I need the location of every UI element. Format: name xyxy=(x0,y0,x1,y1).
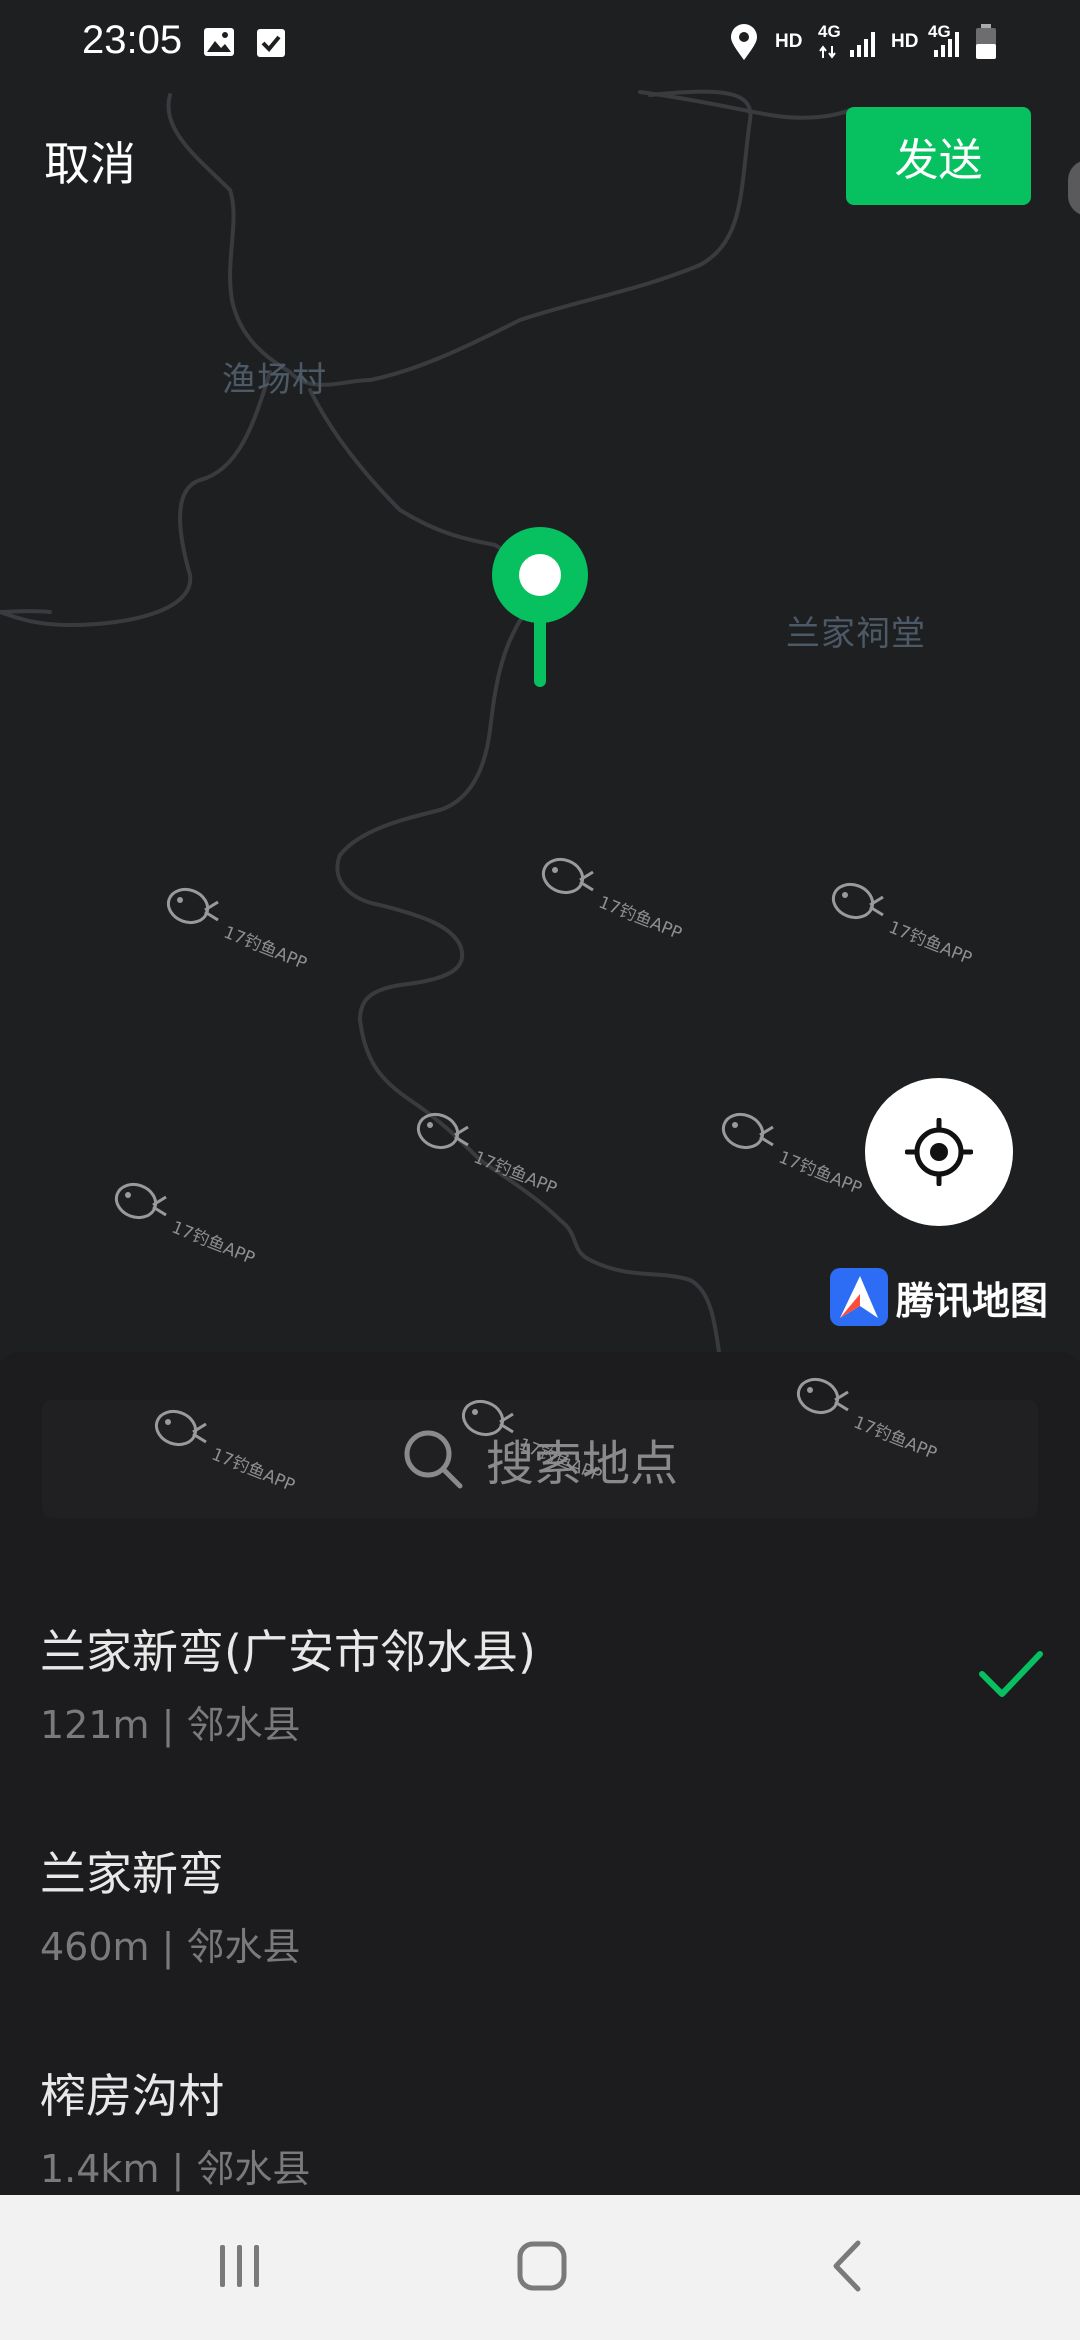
data-arrows-icon xyxy=(819,45,836,59)
result-subtitle: 460m | 邻水县 xyxy=(40,1925,301,1969)
result-title: 兰家新弯 xyxy=(40,1847,224,1901)
road xyxy=(638,90,852,120)
network-label: 4G xyxy=(818,22,841,41)
result-title: 榨房沟村 xyxy=(40,2069,224,2123)
location-sheet: 搜索地点 17钓鱼APP 17钓鱼APP 17钓鱼APP 兰家新弯(广安市邻水县… xyxy=(0,1352,1080,2195)
result-item[interactable]: 榨房沟村 1.4km | 邻水县 xyxy=(0,2060,1080,2195)
search-input[interactable]: 搜索地点 xyxy=(42,1400,1038,1518)
result-title: 兰家新弯(广安市邻水县) xyxy=(40,1625,536,1679)
tencent-map-logo: 腾讯地图 xyxy=(830,1268,1048,1326)
search-placeholder: 搜索地点 xyxy=(485,1436,678,1492)
result-subtitle: 121m | 邻水县 xyxy=(40,1703,301,1747)
signal-icon xyxy=(850,32,875,57)
location-icon xyxy=(731,24,757,60)
tencent-map-logo-icon xyxy=(830,1268,888,1326)
road xyxy=(335,598,722,1360)
locate-button[interactable] xyxy=(865,1078,1013,1226)
battery-icon xyxy=(976,24,996,59)
road xyxy=(166,93,292,374)
recents-icon[interactable] xyxy=(210,2235,270,2297)
navigation-bar xyxy=(0,2195,1080,2340)
cancel-button[interactable]: 取消 xyxy=(44,128,136,194)
home-icon[interactable] xyxy=(510,2235,574,2297)
send-button[interactable]: 发送 xyxy=(846,107,1031,205)
check-icon xyxy=(979,1651,1043,1697)
search-icon xyxy=(404,1430,463,1489)
road xyxy=(0,370,272,627)
hd-label: HD xyxy=(775,31,803,52)
result-item[interactable]: 兰家新弯 460m | 邻水县 xyxy=(0,1838,1080,2060)
status-bar: 23:05 HD 4G HD 4G xyxy=(0,0,1080,84)
map-label-village: 渔场村 xyxy=(222,360,327,400)
screen: 渔场村 兰家祠堂 17钓鱼APP 17钓鱼APP 17钓鱼APP 17钓鱼APP… xyxy=(0,0,1080,2340)
status-time: 23:05 xyxy=(82,18,183,62)
checkbox-icon xyxy=(257,29,285,57)
back-icon[interactable] xyxy=(820,2235,874,2297)
crosshair-icon xyxy=(905,1118,973,1186)
result-subtitle: 1.4km | 邻水县 xyxy=(40,2147,311,2191)
road xyxy=(0,609,52,614)
map-pin-icon xyxy=(492,527,588,687)
map-provider-label: 腾讯地图 xyxy=(896,1278,1049,1323)
hd-label: HD xyxy=(891,31,919,52)
image-icon xyxy=(204,28,234,56)
signal-icon xyxy=(934,32,959,57)
road xyxy=(368,89,753,382)
map-label-village: 兰家祠堂 xyxy=(786,614,926,654)
result-item[interactable]: 兰家新弯(广安市邻水县) 121m | 邻水县 xyxy=(0,1616,1080,1838)
